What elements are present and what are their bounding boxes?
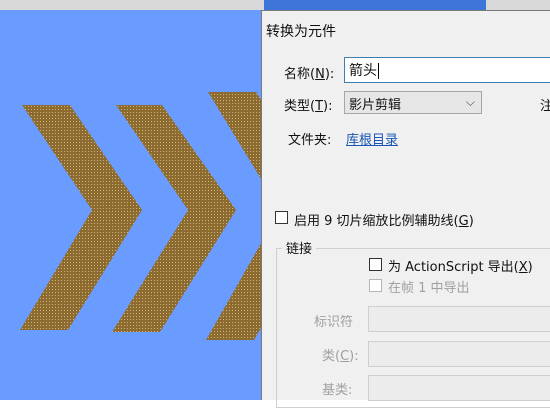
export-actionscript-label: 为 ActionScript 导出(X) (388, 260, 533, 275)
linkage-title: 链接 (282, 238, 317, 257)
convert-to-symbol-dialog: 转换为元件 名称(N): 箭头 类型(T): 影片剪辑 ⌵ 注 文件夹: 库根目… (261, 10, 550, 408)
type-select-value: 影片剪辑 (349, 98, 402, 113)
enable-9slice-label: 启用 9 切片缩放比例辅助线(G) (294, 214, 474, 229)
dialog-title: 转换为元件 (266, 24, 336, 40)
base-class-field[interactable] (368, 375, 550, 401)
folder-label: 文件夹: (288, 133, 332, 148)
export-actionscript-checkbox[interactable] (369, 258, 382, 271)
folder-link[interactable]: 库根目录 (346, 129, 398, 148)
right-edge-label: 注 (540, 99, 550, 114)
name-label: 名称(N): (284, 67, 335, 82)
identifier-label: 标识符 (314, 315, 354, 330)
class-label: 类(C): (322, 349, 359, 364)
export-frame1-checkbox[interactable] (369, 279, 382, 292)
export-frame1-label: 在帧 1 中导出 (388, 281, 470, 296)
type-select[interactable]: 影片剪辑 ⌵ (344, 91, 482, 114)
enable-9slice-checkbox[interactable] (275, 211, 288, 224)
name-input[interactable]: 箭头 (344, 57, 550, 83)
chevron-shape-1 (20, 105, 142, 330)
top-strip (0, 0, 550, 10)
top-strip-accent (264, 0, 486, 10)
chevron-down-icon: ⌵ (465, 95, 475, 109)
class-field[interactable] (368, 341, 550, 367)
identifier-field[interactable] (368, 306, 550, 332)
base-class-label: 基类: (322, 383, 353, 398)
type-label: 类型(T): (284, 99, 333, 114)
